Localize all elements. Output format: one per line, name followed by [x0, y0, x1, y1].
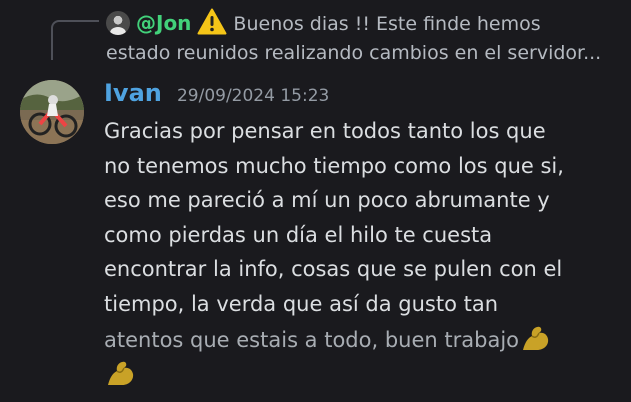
- reply-reference[interactable]: @Jon Buenos dias !! Este finde hemos est…: [106, 8, 616, 68]
- message-emoji-line: [104, 357, 609, 393]
- message-line: como pierdas un día el hilo te cuesta: [104, 222, 493, 247]
- message-last-line: atentos que estais a todo, buen trabajo: [104, 322, 609, 358]
- reply-connector-line: [51, 20, 99, 60]
- message-line: Gracias por pensar en todos tanto los qu…: [104, 119, 546, 143]
- message-body: Gracias por pensar en todos tanto los qu…: [104, 114, 609, 393]
- message-author[interactable]: Ivan: [104, 79, 162, 107]
- reply-avatar[interactable]: [106, 11, 130, 35]
- warning-icon: [197, 8, 227, 35]
- flexed-biceps-icon: [523, 326, 549, 350]
- message-line: tiempo, la verda que así da gusto tan: [104, 291, 499, 316]
- avatar[interactable]: [20, 80, 84, 144]
- message-line: encontrar la info, cosas que se pulen co…: [104, 257, 563, 282]
- message-header: Ivan 29/09/2024 15:23: [104, 79, 329, 111]
- reply-text-line1: Buenos dias !! Este finde hemos: [233, 13, 541, 35]
- chat-message-area: @Jon Buenos dias !! Este finde hemos est…: [0, 0, 631, 402]
- reply-author[interactable]: @Jon: [136, 11, 191, 35]
- reply-text-line2: estado reunidos realizando cambios en el…: [106, 42, 602, 64]
- message-line: no tenemos mucho tiempo como los que si,: [104, 153, 564, 178]
- avatar-photo: [20, 80, 84, 144]
- message-line: eso me pareció a mí un poco abrumante y: [104, 188, 550, 213]
- flexed-biceps-icon: [108, 361, 134, 386]
- message-line-faded: atentos que estais a todo, buen trabajo: [104, 327, 519, 352]
- message-timestamp[interactable]: 29/09/2024 15:23: [177, 86, 329, 106]
